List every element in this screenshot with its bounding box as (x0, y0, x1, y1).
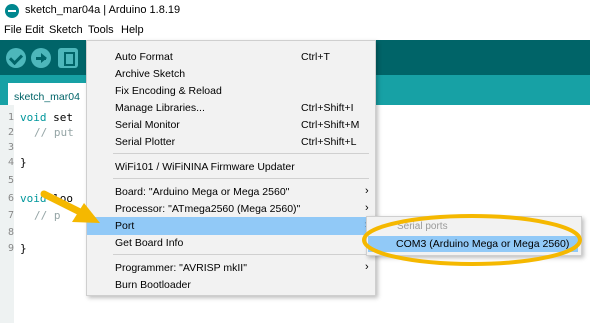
menu-item-label: Board: "Arduino Mega or Mega 2560" (115, 186, 290, 198)
menu-item-board[interactable]: Board: "Arduino Mega or Mega 2560" › (87, 183, 375, 201)
menu-item-shortcut: Ctrl+T (301, 51, 330, 63)
code-text: set (46, 111, 73, 124)
code-comment: // p (34, 209, 61, 222)
port-item-label: COM3 (Arduino Mega or Mega 2560) (396, 238, 570, 250)
line-number: 1 (7, 112, 14, 123)
menu-item-manage-libraries[interactable]: Manage Libraries... Ctrl+Shift+I (87, 99, 375, 117)
menu-item-label: Processor: "ATmega2560 (Mega 2560)" (115, 203, 301, 215)
submenu-header: Serial ports (397, 221, 448, 232)
code-keyword: void (20, 192, 47, 205)
chevron-right-icon: › (365, 185, 369, 197)
menu-item-processor[interactable]: Processor: "ATmega2560 (Mega 2560)" › (87, 200, 375, 218)
code-text: } (20, 242, 27, 255)
menu-item-label: Burn Bootloader (115, 279, 191, 291)
menu-tools[interactable]: Tools (88, 24, 114, 36)
menu-separator (113, 153, 369, 154)
menu-separator (113, 178, 369, 179)
menu-item-fix-encoding[interactable]: Fix Encoding & Reload (87, 82, 375, 100)
menu-item-label: Auto Format (115, 51, 173, 63)
menu-item-label: Get Board Info (115, 237, 184, 249)
menu-item-wifi-updater[interactable]: WiFi101 / WiFiNINA Firmware Updater (87, 158, 375, 176)
port-submenu: Serial ports COM3 (Arduino Mega or Mega … (366, 216, 582, 256)
code-line: void set (20, 111, 73, 124)
upload-icon[interactable] (31, 48, 51, 68)
menu-item-label: Port (115, 220, 135, 232)
menu-item-archive-sketch[interactable]: Archive Sketch (87, 65, 375, 83)
menu-help[interactable]: Help (121, 24, 144, 36)
title-bar: sketch_mar04a | Arduino 1.8.19 (0, 0, 590, 22)
tab-label: sketch_mar04 (14, 91, 80, 103)
line-number: 3 (7, 142, 14, 153)
menu-item-label: Serial Plotter (115, 136, 176, 148)
code-line: } (20, 242, 27, 255)
verify-icon[interactable] (6, 48, 26, 68)
menu-item-board-info[interactable]: Get Board Info (87, 234, 375, 252)
code-text: loo (46, 192, 73, 205)
menu-item-label: Archive Sketch (115, 68, 186, 80)
line-number: 7 (7, 210, 14, 221)
menu-item-label: Serial Monitor (115, 119, 180, 131)
menu-edit[interactable]: Edit (25, 24, 44, 36)
line-number: 8 (7, 227, 14, 238)
code-line: } (20, 156, 27, 169)
line-number: 2 (7, 127, 14, 138)
code-line: void loo (20, 192, 73, 205)
menu-item-serial-plotter[interactable]: Serial Plotter Ctrl+Shift+L (87, 133, 375, 151)
menu-item-shortcut: Ctrl+Shift+L (301, 136, 357, 148)
line-number: 6 (7, 193, 14, 204)
port-item-com3[interactable]: COM3 (Arduino Mega or Mega 2560) (368, 236, 578, 252)
menu-separator (113, 254, 369, 255)
menu-item-burn-bootloader[interactable]: Burn Bootloader (87, 276, 375, 294)
menu-bar: File Edit Sketch Tools Help (0, 22, 590, 40)
line-number: 9 (7, 243, 14, 254)
menu-item-auto-format[interactable]: Auto Format Ctrl+T (87, 48, 375, 66)
tools-menu: Auto Format Ctrl+T Archive Sketch Fix En… (86, 40, 376, 296)
menu-item-shortcut: Ctrl+Shift+M (301, 119, 360, 131)
menu-item-serial-monitor[interactable]: Serial Monitor Ctrl+Shift+M (87, 116, 375, 134)
menu-item-label: Programmer: "AVRISP mkII" (115, 262, 247, 274)
code-line: // put (34, 126, 74, 139)
menu-item-label: WiFi101 / WiFiNINA Firmware Updater (115, 161, 295, 173)
menu-item-label: Fix Encoding & Reload (115, 85, 222, 97)
code-line: // p (34, 209, 61, 222)
menu-item-programmer[interactable]: Programmer: "AVRISP mkII" › (87, 259, 375, 277)
code-text: } (20, 156, 27, 169)
code-keyword: void (20, 111, 47, 124)
menu-item-label: Manage Libraries... (115, 102, 205, 114)
line-number: 4 (7, 157, 14, 168)
code-comment: // put (34, 126, 74, 139)
menu-sketch[interactable]: Sketch (49, 24, 83, 36)
menu-item-shortcut: Ctrl+Shift+I (301, 102, 354, 114)
line-number: 5 (7, 175, 14, 186)
menu-file[interactable]: File (4, 24, 22, 36)
window-title: sketch_mar04a | Arduino 1.8.19 (25, 4, 181, 16)
chevron-right-icon: › (365, 202, 369, 214)
chevron-right-icon: › (365, 261, 369, 273)
menu-item-port[interactable]: Port › (87, 217, 375, 235)
arduino-logo-icon (5, 4, 19, 18)
new-sketch-icon[interactable] (58, 48, 78, 68)
line-gutter: 1 2 3 4 5 6 7 8 9 (0, 105, 14, 323)
